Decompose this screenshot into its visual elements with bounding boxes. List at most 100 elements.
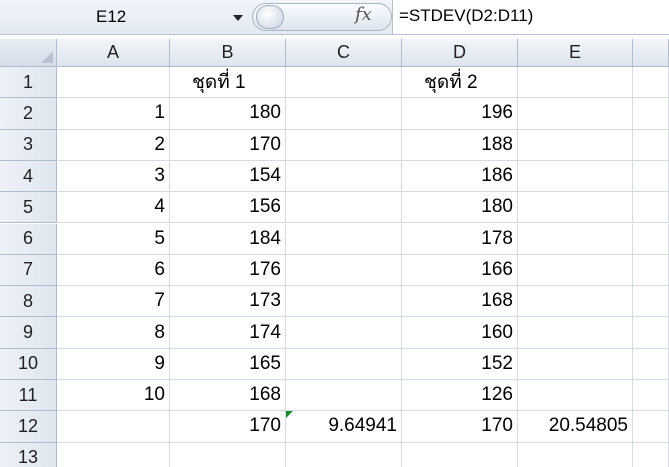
cell-a4[interactable]: 3 bbox=[57, 160, 170, 193]
name-box[interactable]: E12 bbox=[0, 2, 250, 33]
cell-e6[interactable] bbox=[518, 223, 633, 255]
insert-function-icon[interactable]: fx bbox=[355, 4, 372, 25]
cell-e8[interactable] bbox=[518, 286, 633, 318]
row-header-6[interactable]: 6 bbox=[0, 223, 57, 255]
cell-b9[interactable]: 174 bbox=[170, 317, 286, 349]
cell-f11-partial[interactable] bbox=[633, 380, 669, 412]
select-all-button[interactable] bbox=[0, 39, 57, 67]
cell-e11[interactable] bbox=[518, 380, 633, 412]
cell-f7-partial[interactable] bbox=[633, 254, 669, 287]
cell-d5[interactable]: 180 bbox=[402, 192, 518, 224]
column-header-b[interactable]: B bbox=[170, 39, 286, 67]
row-header-7[interactable]: 7 bbox=[0, 254, 57, 287]
error-indicator-icon[interactable] bbox=[286, 411, 293, 419]
cell-a10[interactable]: 9 bbox=[57, 348, 170, 380]
chevron-down-icon[interactable] bbox=[229, 9, 247, 27]
cell-b1[interactable]: ชุดที่ 1 bbox=[170, 67, 286, 99]
cell-a8[interactable]: 7 bbox=[57, 286, 170, 318]
cell-a13[interactable] bbox=[57, 442, 170, 467]
row-header-3[interactable]: 3 bbox=[0, 129, 57, 161]
column-header-e[interactable]: E bbox=[518, 39, 633, 67]
cell-a2[interactable]: 1 bbox=[57, 98, 170, 130]
cell-d11[interactable]: 126 bbox=[402, 380, 518, 412]
row-header-4[interactable]: 4 bbox=[0, 160, 57, 193]
cancel-icon[interactable] bbox=[256, 5, 284, 29]
cell-a6[interactable]: 5 bbox=[57, 223, 170, 255]
row-header-12[interactable]: 12 bbox=[0, 411, 57, 443]
cell-b5[interactable]: 156 bbox=[170, 192, 286, 224]
cell-f3-partial[interactable] bbox=[633, 129, 669, 161]
cell-d10[interactable]: 152 bbox=[402, 348, 518, 380]
cell-e3[interactable] bbox=[518, 129, 633, 161]
cell-a9[interactable]: 8 bbox=[57, 317, 170, 349]
cell-a12[interactable] bbox=[57, 411, 170, 443]
cell-d6[interactable]: 178 bbox=[402, 223, 518, 255]
cell-b10[interactable]: 165 bbox=[170, 348, 286, 380]
cell-c11[interactable] bbox=[286, 380, 402, 412]
cell-d4[interactable]: 186 bbox=[402, 160, 518, 193]
column-header-d[interactable]: D bbox=[402, 39, 518, 67]
cell-e2[interactable] bbox=[518, 98, 633, 130]
cell-b11[interactable]: 168 bbox=[170, 380, 286, 412]
cell-d8[interactable]: 168 bbox=[402, 286, 518, 318]
cell-d9[interactable]: 160 bbox=[402, 317, 518, 349]
cell-d3[interactable]: 188 bbox=[402, 129, 518, 161]
cell-c12[interactable]: 9.64941 bbox=[286, 411, 402, 443]
cell-c1[interactable] bbox=[286, 67, 402, 99]
cell-d12[interactable]: 170 bbox=[402, 411, 518, 443]
cell-e9[interactable] bbox=[518, 317, 633, 349]
cell-f1-partial[interactable] bbox=[633, 67, 669, 99]
row-header-1[interactable]: 1 bbox=[0, 67, 57, 99]
cell-b3[interactable]: 170 bbox=[170, 129, 286, 161]
cell-f5-partial[interactable] bbox=[633, 192, 669, 224]
cell-c5[interactable] bbox=[286, 192, 402, 224]
row-header-10[interactable]: 10 bbox=[0, 348, 57, 380]
cell-a7[interactable]: 6 bbox=[57, 254, 170, 287]
name-box-value[interactable]: E12 bbox=[96, 7, 126, 27]
column-header-f-partial[interactable] bbox=[633, 39, 669, 67]
column-header-a[interactable]: A bbox=[57, 39, 170, 67]
cell-c4[interactable] bbox=[286, 160, 402, 193]
column-header-c[interactable]: C bbox=[286, 39, 402, 67]
cell-b13[interactable] bbox=[170, 442, 286, 467]
cell-d13[interactable] bbox=[402, 442, 518, 467]
cell-c9[interactable] bbox=[286, 317, 402, 349]
cell-f12-partial[interactable] bbox=[633, 411, 669, 443]
cell-d7[interactable]: 166 bbox=[402, 254, 518, 287]
cell-b6[interactable]: 184 bbox=[170, 223, 286, 255]
cell-e10[interactable] bbox=[518, 348, 633, 380]
row-header-8[interactable]: 8 bbox=[0, 286, 57, 318]
cell-f8-partial[interactable] bbox=[633, 286, 669, 318]
formula-text[interactable]: =STDEV(D2:D11) bbox=[399, 6, 533, 26]
cell-c3[interactable] bbox=[286, 129, 402, 161]
cell-f9-partial[interactable] bbox=[633, 317, 669, 349]
row-header-13[interactable]: 13 bbox=[0, 442, 57, 467]
cell-f4-partial[interactable] bbox=[633, 160, 669, 193]
cell-e12[interactable]: 20.54805 bbox=[518, 411, 633, 443]
cell-c2[interactable] bbox=[286, 98, 402, 130]
cell-e13[interactable] bbox=[518, 442, 633, 467]
cell-c8[interactable] bbox=[286, 286, 402, 318]
cell-b7[interactable]: 176 bbox=[170, 254, 286, 287]
cell-e5[interactable] bbox=[518, 192, 633, 224]
cell-a3[interactable]: 2 bbox=[57, 129, 170, 161]
row-header-2[interactable]: 2 bbox=[0, 98, 57, 130]
cell-c6[interactable] bbox=[286, 223, 402, 255]
cell-e7[interactable] bbox=[518, 254, 633, 287]
formula-input[interactable]: =STDEV(D2:D11) bbox=[392, 0, 669, 34]
row-header-5[interactable]: 5 bbox=[0, 192, 57, 224]
cell-f10-partial[interactable] bbox=[633, 348, 669, 380]
cell-b12[interactable]: 170 bbox=[170, 411, 286, 443]
cell-b8[interactable]: 173 bbox=[170, 286, 286, 318]
cell-a5[interactable]: 4 bbox=[57, 192, 170, 224]
cell-c10[interactable] bbox=[286, 348, 402, 380]
cell-b2[interactable]: 180 bbox=[170, 98, 286, 130]
cell-c7[interactable] bbox=[286, 254, 402, 287]
cell-e1[interactable] bbox=[518, 67, 633, 99]
cell-d1[interactable]: ชุดที่ 2 bbox=[402, 67, 518, 99]
cell-b4[interactable]: 154 bbox=[170, 160, 286, 193]
cell-e4[interactable] bbox=[518, 160, 633, 193]
row-header-9[interactable]: 9 bbox=[0, 317, 57, 349]
cell-a11[interactable]: 10 bbox=[57, 380, 170, 412]
cell-f13-partial[interactable] bbox=[633, 442, 669, 467]
